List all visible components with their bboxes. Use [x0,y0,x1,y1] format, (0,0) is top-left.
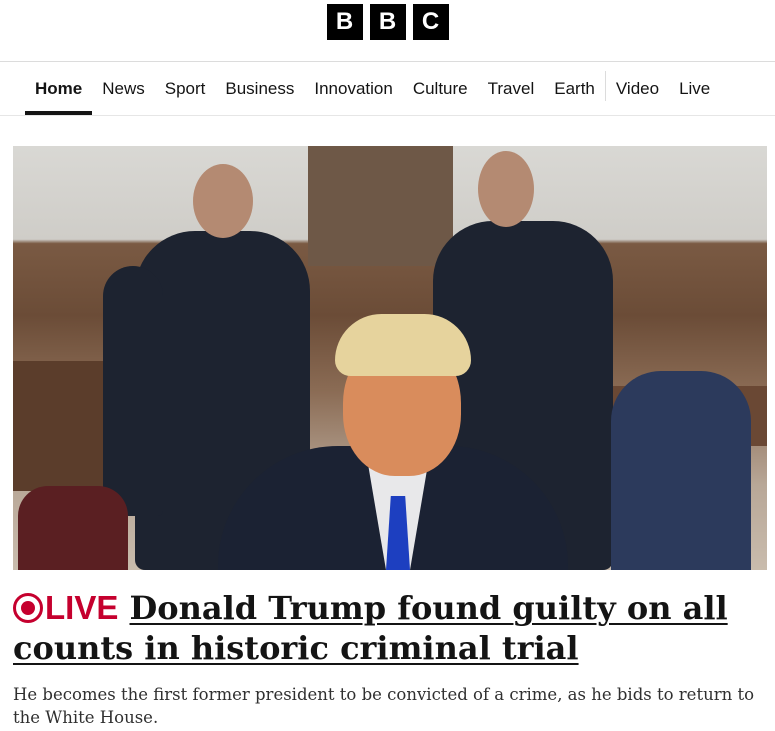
courtroom-wall-panel [308,146,453,266]
subject-hair [335,314,471,376]
nav-item-video[interactable]: Video [606,62,669,115]
lead-story-summary: He becomes the first former president to… [13,685,755,727]
lead-story-headline-link[interactable]: Donald Trump found guilty on all counts … [13,589,728,667]
nav-item-home[interactable]: Home [25,62,93,115]
logo-letter-b1: B [326,4,363,40]
lead-story-image[interactable] [13,146,767,570]
live-dot-icon [13,593,43,623]
live-label: LIVE [45,589,119,626]
nav-item-earth[interactable]: Earth [544,62,605,115]
nav-item-live[interactable]: Live [669,62,720,115]
nav-item-travel[interactable]: Travel [478,62,545,115]
main-nav: Home News Sport Business Innovation Cult… [0,62,775,115]
nav-divider [0,115,775,116]
logo-letter-c: C [412,4,449,40]
nav-item-innovation[interactable]: Innovation [304,62,402,115]
logo-letter-b2: B [369,4,406,40]
lead-story-headline: LIVE Donald Trump found guilty on all co… [13,588,763,668]
nav-item-culture[interactable]: Culture [403,62,478,115]
live-badge: LIVE [13,589,118,626]
nav-item-news[interactable]: News [92,62,155,115]
header: B B C [0,4,775,40]
officer-left-head [193,164,253,238]
officer-right-head [478,151,534,227]
seated-person-right [611,371,751,570]
courtroom-chair [18,486,128,570]
nav-item-sport[interactable]: Sport [155,62,216,115]
officer-far-left [103,266,163,516]
nav-item-business[interactable]: Business [215,62,304,115]
bbc-logo[interactable]: B B C [326,4,449,40]
